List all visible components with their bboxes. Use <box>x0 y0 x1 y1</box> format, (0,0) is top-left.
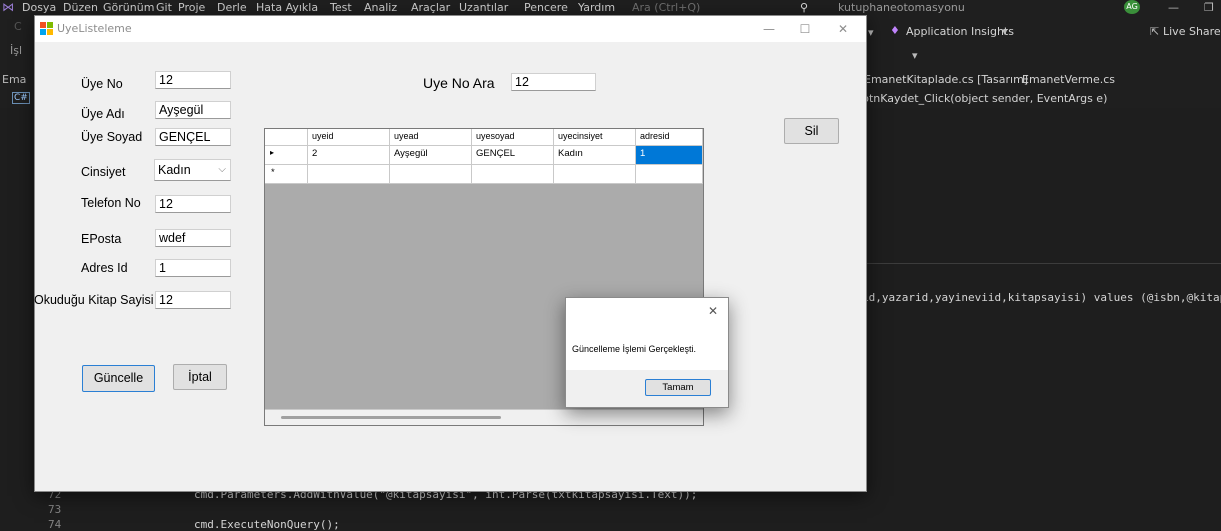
table-cell[interactable]: GENÇEL <box>472 146 554 165</box>
label-uye-no-ara: Uye No Ara <box>423 75 495 91</box>
column-header-uyead[interactable]: uyead <box>390 129 472 146</box>
minimize-icon[interactable]: — <box>755 19 783 39</box>
message-box-footer: Tamam <box>566 370 728 407</box>
menu-derle[interactable]: Derle <box>217 1 247 14</box>
editor-split-line <box>862 263 1221 264</box>
form-title: UyeListeleme <box>57 22 132 35</box>
code-line-fragment: id,yazarid,yayineviid,kitapsayisi) value… <box>862 291 1221 304</box>
uyelisteleme-window: UyeListeleme — ☐ ✕ Üye No Üye Adı Üye So… <box>34 15 867 492</box>
label-adres-id: Adres Id <box>81 261 128 275</box>
chevron-down-icon[interactable]: ⌵ <box>218 162 226 177</box>
menu-yardim[interactable]: Yardım <box>578 1 615 14</box>
form-app-icon <box>40 22 53 35</box>
menu-pencere[interactable]: Pencere <box>524 1 568 14</box>
label-uye-soyad: Üye Soyad <box>81 130 143 144</box>
member-navigation-dropdown[interactable]: btnKaydet_Click(object sender, EventArgs… <box>862 92 1107 105</box>
uye-no-input[interactable]: 12 <box>155 71 231 89</box>
maximize-icon[interactable]: ☐ <box>791 19 819 39</box>
vs-menubar: ⋈ Dosya Düzen Görünüm Git Proje Derle Ha… <box>0 0 1221 16</box>
cinsiyet-combobox[interactable]: Kadın ⌵ <box>154 159 231 181</box>
scrollbar-thumb[interactable] <box>281 416 501 419</box>
toolbar-fragment: C <box>14 20 22 33</box>
solution-name: kutuphaneotomasyonu <box>838 1 965 14</box>
uye-adi-input[interactable]: Ayşegül <box>155 101 231 119</box>
table-cell-selected[interactable]: 1 <box>636 146 703 165</box>
tab-emanetverme[interactable]: EmanetVerme.cs <box>1022 73 1115 86</box>
label-cinsiyet: Cinsiyet <box>81 165 126 179</box>
iptal-button[interactable]: İptal <box>173 364 227 390</box>
code-line: cmd.ExecuteNonQuery(); <box>194 518 340 531</box>
message-text: Güncelleme İşlemi Gerçekleşti. <box>572 344 697 354</box>
user-avatar[interactable]: AG <box>1124 0 1140 14</box>
table-cell[interactable] <box>554 165 636 184</box>
uye-soyad-input[interactable]: GENÇEL <box>155 128 231 146</box>
toolbar-dropdown-2-icon[interactable]: ▾ <box>912 49 918 62</box>
csharp-file-icon: C# <box>12 92 30 104</box>
table-cell[interactable]: Ayşegül <box>390 146 472 165</box>
menu-git[interactable]: Git <box>156 1 172 14</box>
vs-logo-icon[interactable]: ⋈ <box>2 0 14 14</box>
vs-minimize-icon[interactable]: — <box>1168 1 1179 14</box>
column-header-adresid[interactable]: adresid <box>636 129 703 146</box>
uye-no-ara-input[interactable]: 12 <box>511 73 596 91</box>
menu-uzantilar[interactable]: Uzantılar <box>459 1 508 14</box>
menu-hata-ayikla[interactable]: Hata Ayıkla <box>256 1 318 14</box>
form-titlebar[interactable]: UyeListeleme — ☐ ✕ <box>35 16 866 42</box>
horizontal-scrollbar[interactable] <box>265 409 703 425</box>
tamam-button[interactable]: Tamam <box>645 379 711 396</box>
menu-test[interactable]: Test <box>330 1 352 14</box>
table-cell[interactable]: 2 <box>308 146 390 165</box>
live-share-button[interactable]: Live Share <box>1163 25 1221 38</box>
label-uye-no: Üye No <box>81 77 123 91</box>
table-cell[interactable] <box>308 165 390 184</box>
insights-dropdown-icon[interactable]: ▾ <box>1002 25 1008 38</box>
okudugu-kitap-sayisi-input[interactable]: 12 <box>155 291 231 309</box>
menu-duzen[interactable]: Düzen <box>63 1 98 14</box>
message-box-titlebar[interactable]: ✕ <box>566 298 728 324</box>
tab-fragment[interactable]: Ema <box>2 73 26 86</box>
menu-analiz[interactable]: Analiz <box>364 1 397 14</box>
message-box-body: Güncelleme İşlemi Gerçekleşti. <box>566 324 728 370</box>
message-box-close-icon[interactable]: ✕ <box>708 304 718 318</box>
row-header-new[interactable]: * <box>265 165 308 184</box>
eposta-input[interactable]: wdef <box>155 229 231 247</box>
application-insights-icon[interactable]: ♦ <box>890 24 900 37</box>
application-insights-button[interactable]: Application Insights <box>906 25 1014 38</box>
table-cell[interactable] <box>472 165 554 184</box>
menu-dosya[interactable]: Dosya <box>22 1 56 14</box>
sil-button[interactable]: Sil <box>784 118 839 144</box>
menu-gorunum[interactable]: Görünüm <box>103 1 154 14</box>
menu-proje[interactable]: Proje <box>178 1 205 14</box>
tab-emanetkitaplade[interactable]: EmanetKitaplade.cs [Tasarım] <box>864 73 1028 86</box>
line-number: 73 <box>48 503 62 516</box>
adres-id-input[interactable]: 1 <box>155 259 231 277</box>
label-uye-adi: Üye Adı <box>81 107 125 121</box>
cinsiyet-selected-value: Kadın <box>158 163 191 177</box>
column-header-uyeid[interactable]: uyeid <box>308 129 390 146</box>
column-header-uyesoyad[interactable]: uyesoyad <box>472 129 554 146</box>
table-cell[interactable] <box>636 165 703 184</box>
search-icon[interactable]: ⚲ <box>800 1 808 14</box>
message-box: ✕ Güncelleme İşlemi Gerçekleşti. Tamam <box>565 297 729 408</box>
line-number: 74 <box>48 518 62 531</box>
table-cell[interactable] <box>390 165 472 184</box>
label-telefon-no: Telefon No <box>81 196 141 210</box>
vs-restore-icon[interactable]: ❐ <box>1204 1 1214 14</box>
menu-araclar[interactable]: Araçlar <box>411 1 450 14</box>
label-eposta: EPosta <box>81 232 122 246</box>
guncelle-button[interactable]: Güncelle <box>82 365 155 392</box>
vs-search-box[interactable]: Ara (Ctrl+Q) <box>632 1 700 14</box>
close-icon[interactable]: ✕ <box>829 19 857 39</box>
toolbar-dropdown-arrow-icon[interactable]: ▾ <box>868 26 874 39</box>
column-header-uyecinsiyet[interactable]: uyecinsiyet <box>554 129 636 146</box>
left-panel-fragment: İşl <box>10 44 23 57</box>
label-okudugu-kitap-sayisi: Okuduğu Kitap Sayisi <box>34 293 154 307</box>
row-header-current[interactable]: ▸ <box>265 146 308 165</box>
telefon-no-input[interactable]: 12 <box>155 195 231 213</box>
table-cell[interactable]: Kadın <box>554 146 636 165</box>
grid-top-left-header <box>265 129 308 146</box>
live-share-icon[interactable]: ⇱ <box>1150 25 1159 38</box>
